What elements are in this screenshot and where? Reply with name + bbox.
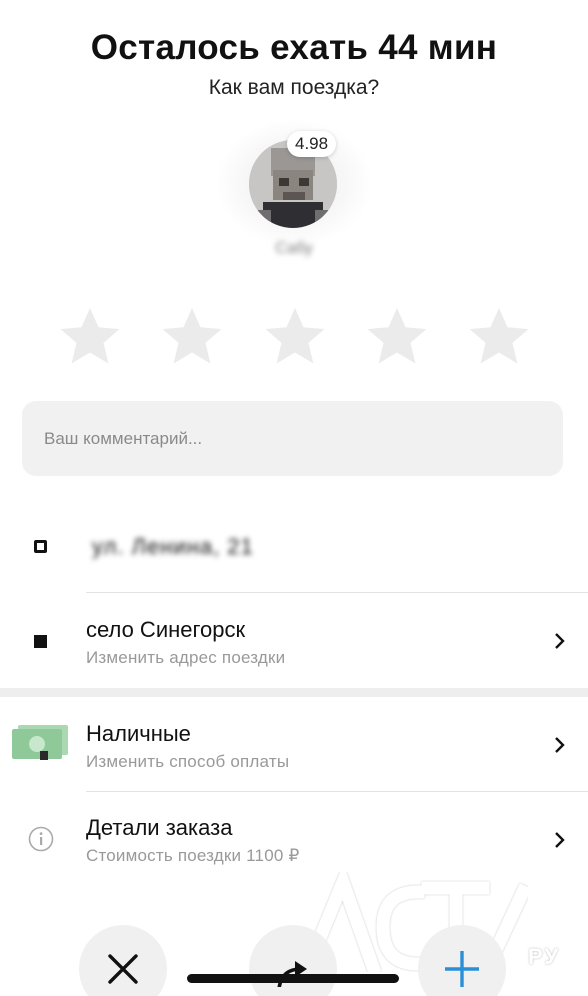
watermark-suffix: РУ — [528, 944, 561, 969]
order-details-row[interactable]: Детали заказа Стоимость поездки 1100 ₽ — [0, 792, 588, 884]
star-3-icon[interactable] — [262, 303, 328, 369]
star-1-icon[interactable] — [57, 303, 123, 369]
destination-label: село Синегорск — [86, 617, 246, 642]
origin-address: ул. Ленина, 21 — [92, 534, 254, 559]
cancel-trip-button[interactable] — [79, 925, 167, 996]
chevron-right-icon — [555, 832, 565, 848]
payment-method-label: Наличные — [86, 721, 191, 746]
trip-question: Как вам поездка? — [208, 76, 380, 99]
rating-stars — [57, 303, 532, 369]
destination-row[interactable]: село Синегорск Изменить адрес поездки — [0, 593, 588, 688]
driver-name-container: Сабу — [0, 240, 588, 258]
trip-time-title: Осталось ехать 44 мин — [90, 28, 498, 67]
plus-icon — [445, 951, 479, 987]
chevron-right-icon — [555, 737, 565, 753]
order-price-hint: Стоимость поездки 1100 ₽ — [86, 846, 300, 865]
info-icon — [28, 826, 54, 852]
destination-hint: Изменить адрес поездки — [86, 648, 286, 667]
chevron-right-icon — [555, 633, 565, 649]
cash-icon — [12, 725, 70, 766]
driver-name: Сабу — [275, 240, 313, 257]
star-4-icon[interactable] — [364, 303, 430, 369]
section-separator — [0, 688, 588, 697]
payment-row[interactable]: Наличные Изменить способ оплаты — [0, 697, 588, 791]
home-indicator — [187, 974, 399, 983]
order-details-label: Детали заказа — [86, 815, 233, 840]
driver-rating-badge: 4.98 — [287, 131, 337, 157]
star-5-icon[interactable] — [466, 303, 532, 369]
payment-method-hint: Изменить способ оплаты — [86, 752, 290, 771]
close-icon — [108, 954, 138, 984]
comment-input[interactable] — [22, 401, 563, 476]
origin-marker-icon — [34, 540, 47, 553]
destination-marker-icon — [34, 635, 47, 648]
origin-row: ул. Ленина, 21 — [0, 520, 588, 580]
star-2-icon[interactable] — [159, 303, 225, 369]
